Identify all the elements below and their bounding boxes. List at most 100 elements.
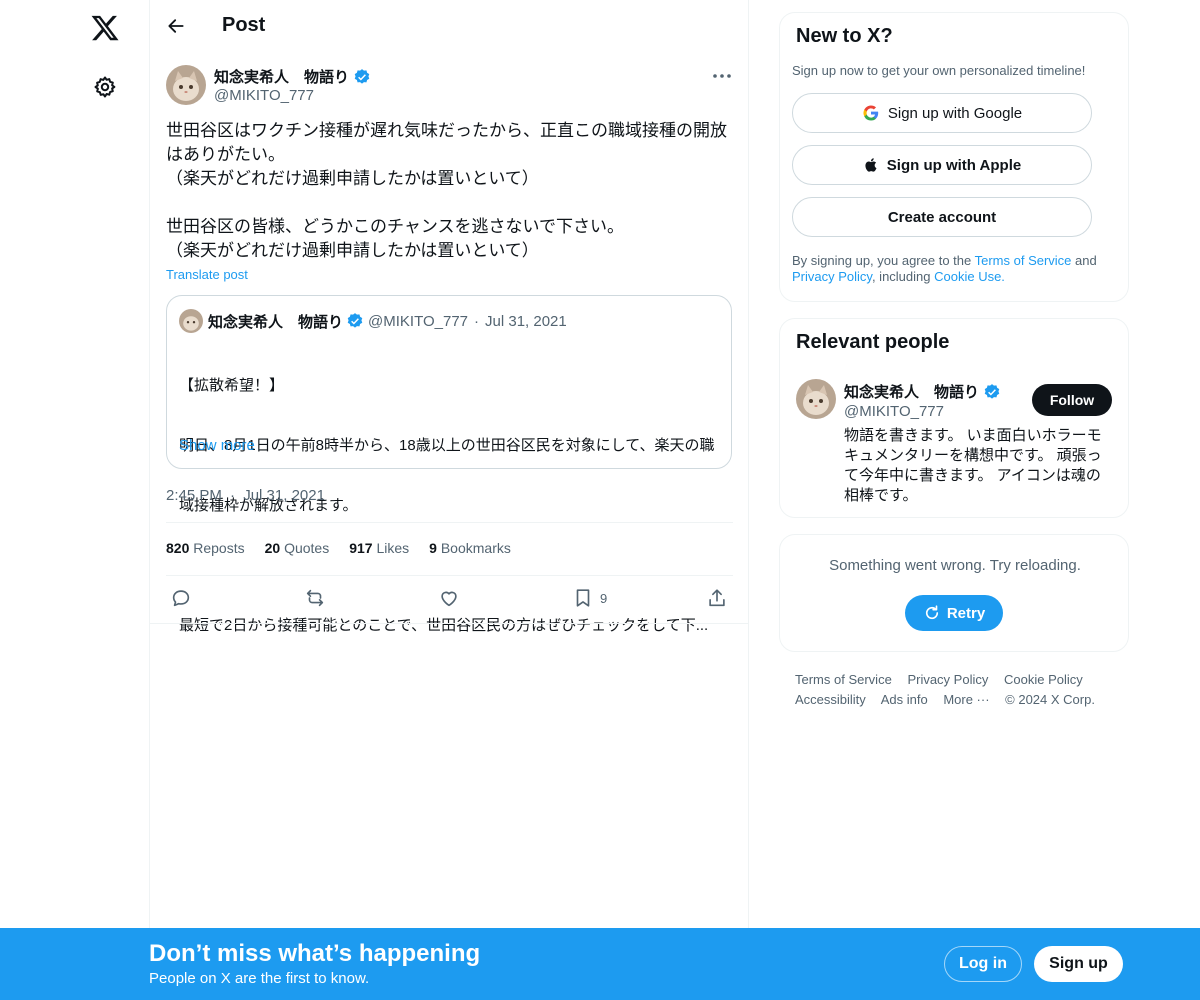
retry-label: Retry — [946, 604, 986, 622]
left-navigation-rail — [0, 0, 150, 1000]
footer-more-link[interactable]: More ··· — [943, 692, 989, 707]
signup-card-title: New to X? — [796, 25, 893, 47]
translate-post-link[interactable]: Translate post — [166, 267, 248, 282]
post-header: Post — [150, 0, 749, 53]
banner-subtitle: People on X are the first to know. — [149, 970, 370, 987]
signup-legal-text: By signing up, you agree to the Terms of… — [792, 253, 1122, 285]
quoted-line: 明日、8月1日の午前8時半から、18歳以上の世田谷区民を対象にして、楽天の職 — [179, 437, 715, 454]
google-button-label: Sign up with Google — [887, 104, 1023, 122]
repost-button[interactable] — [304, 587, 326, 609]
post-text: 世田谷区はワクチン接種が遅れ気味だったから、正直この職域接種の開放 はありがたい… — [166, 121, 727, 260]
repost-icon — [306, 589, 324, 607]
signup-subtitle: Sign up now to get your own personalized… — [792, 63, 1086, 78]
author-handle[interactable]: @MIKITO_777 — [214, 87, 314, 104]
footer-copyright: © 2024 X Corp. — [1005, 692, 1095, 707]
share-button[interactable] — [706, 587, 728, 609]
author-name[interactable]: 知念実希人 物語り — [214, 66, 371, 87]
relevant-people-title: Relevant people — [796, 331, 950, 353]
bookmarks-count: 9 — [429, 540, 437, 556]
quoted-post-card[interactable]: 知念実希人 物語り @MIKITO_777 · Jul 31, 2021 【拡散… — [166, 295, 732, 634]
error-message: Something went wrong. Try reloading. — [829, 557, 1081, 574]
likes-count: 917 — [349, 540, 373, 556]
quoted-post-date: Jul 31, 2021 — [485, 312, 567, 330]
quoted-post-body: 【拡散希望！】 明日、8月1日の午前8時半から、18歳以上の世田谷区民を対象にし… — [179, 336, 721, 676]
legal-and: and — [1071, 253, 1097, 268]
bookmarks-stat[interactable]: 9 Bookmarks — [429, 540, 511, 556]
quoted-blank-line — [179, 556, 721, 576]
verified-badge-icon — [347, 313, 363, 328]
footer-links: Terms of Service Privacy Policy Cookie P… — [795, 670, 1115, 710]
quotes-label: Quotes — [284, 540, 330, 556]
x-logo-icon[interactable] — [90, 13, 120, 43]
show-more-link[interactable]: Show more — [179, 437, 255, 454]
bookmark-count: 9 — [600, 590, 608, 606]
reply-button[interactable] — [170, 587, 192, 609]
divider — [166, 522, 733, 523]
settings-gear-icon[interactable] — [93, 75, 117, 99]
more-dots-icon[interactable] — [710, 66, 734, 86]
signup-button[interactable]: Sign up — [1034, 946, 1123, 982]
like-heart-icon — [441, 591, 457, 607]
post-time: 2:45 PM — [166, 487, 222, 504]
quoted-line: 【拡散希望！】 — [179, 377, 285, 394]
like-button[interactable] — [438, 587, 460, 609]
likes-label: Likes — [376, 540, 410, 556]
banner-title: Don’t miss what’s happening — [149, 940, 481, 967]
reposts-count: 820 — [166, 540, 190, 556]
reposts-label: Reposts — [193, 540, 245, 556]
signup-card: New to X? Sign up now to get your own pe… — [779, 12, 1129, 302]
signup-google-button[interactable]: Sign up with Google — [792, 93, 1092, 133]
terms-link[interactable]: Terms of Service — [975, 253, 1072, 268]
retry-icon — [925, 605, 938, 620]
post-stats: 820 Reposts 20 Quotes 917 Likes 9 Bookma… — [166, 540, 511, 556]
verified-badge-icon — [354, 68, 370, 84]
footer-privacy-link[interactable]: Privacy Policy — [907, 672, 988, 687]
cookie-use-link[interactable]: Cookie Use. — [934, 269, 1005, 284]
footer-ads-link[interactable]: Ads info — [881, 692, 928, 707]
retry-button[interactable]: Retry — [905, 595, 1003, 631]
reply-icon — [172, 590, 190, 607]
footer-cookie-link[interactable]: Cookie Policy — [1004, 672, 1083, 687]
quotes-stat[interactable]: 20 Quotes — [265, 540, 330, 556]
author-avatar[interactable] — [166, 65, 206, 105]
privacy-link[interactable]: Privacy Policy — [792, 269, 872, 284]
create-account-label: Create account — [887, 208, 997, 226]
share-icon — [709, 589, 725, 607]
quoted-author-handle: @MIKITO_777 — [368, 312, 469, 330]
relevant-people-card: Relevant people 知念実希人 物語り @MIKITO_777 Fo… — [779, 318, 1129, 518]
timestamp-separator: · — [230, 487, 236, 504]
apple-icon — [865, 158, 877, 172]
quoted-post-header: 知念実希人 物語り @MIKITO_777 · Jul 31, 2021 — [179, 308, 567, 334]
person-handle: @MIKITO_777 — [844, 403, 944, 420]
main-post-column: Post 知念実希人 物語り @MIKITO_777 世田谷区はワクチン接種が遅… — [150, 0, 749, 1000]
person-name[interactable]: 知念実希人 物語り — [844, 381, 1001, 402]
signup-apple-button[interactable]: Sign up with Apple — [792, 145, 1092, 185]
quoted-author-avatar — [179, 309, 203, 333]
quotes-count: 20 — [264, 540, 281, 556]
author-name-text: 知念実希人 物語り — [214, 69, 350, 86]
quoted-author-name: 知念実希人 物語り — [208, 313, 344, 331]
person-name-text: 知念実希人 物語り — [844, 384, 980, 401]
create-account-button[interactable]: Create account — [792, 197, 1092, 237]
post-timestamp[interactable]: 2:45 PM · Jul 31, 2021 — [166, 487, 325, 504]
person-bio: 物語を書きます。 いま面白いホラーモキュメンタリーを構想中です。 頑張って今年中… — [844, 427, 1102, 504]
quoted-line: 最短で2日から接種可能とのことで、世田谷区民の方はぜひチェックをして下... — [179, 617, 709, 634]
bottom-signup-banner: Don’t miss what’s happening People on X … — [0, 928, 1200, 1000]
bookmark-button[interactable]: 9 — [572, 587, 607, 609]
follow-button[interactable]: Follow — [1032, 384, 1112, 416]
post-date: Jul 31, 2021 — [243, 487, 325, 504]
person-avatar[interactable] — [796, 379, 836, 419]
reposts-stat[interactable]: 820 Reposts — [166, 540, 245, 556]
divider — [166, 575, 733, 576]
error-card: Something went wrong. Try reloading. Ret… — [779, 534, 1129, 652]
footer-accessibility-link[interactable]: Accessibility — [795, 692, 866, 707]
legal-prefix: By signing up, you agree to the — [792, 253, 975, 268]
likes-stat[interactable]: 917 Likes — [349, 540, 409, 556]
legal-including: , including — [871, 269, 935, 284]
verified-badge-icon — [984, 383, 1000, 399]
divider — [150, 623, 749, 624]
login-button[interactable]: Log in — [944, 946, 1022, 982]
back-arrow-icon[interactable] — [166, 16, 186, 36]
footer-terms-link[interactable]: Terms of Service — [795, 672, 892, 687]
quoted-separator: · — [474, 312, 480, 330]
